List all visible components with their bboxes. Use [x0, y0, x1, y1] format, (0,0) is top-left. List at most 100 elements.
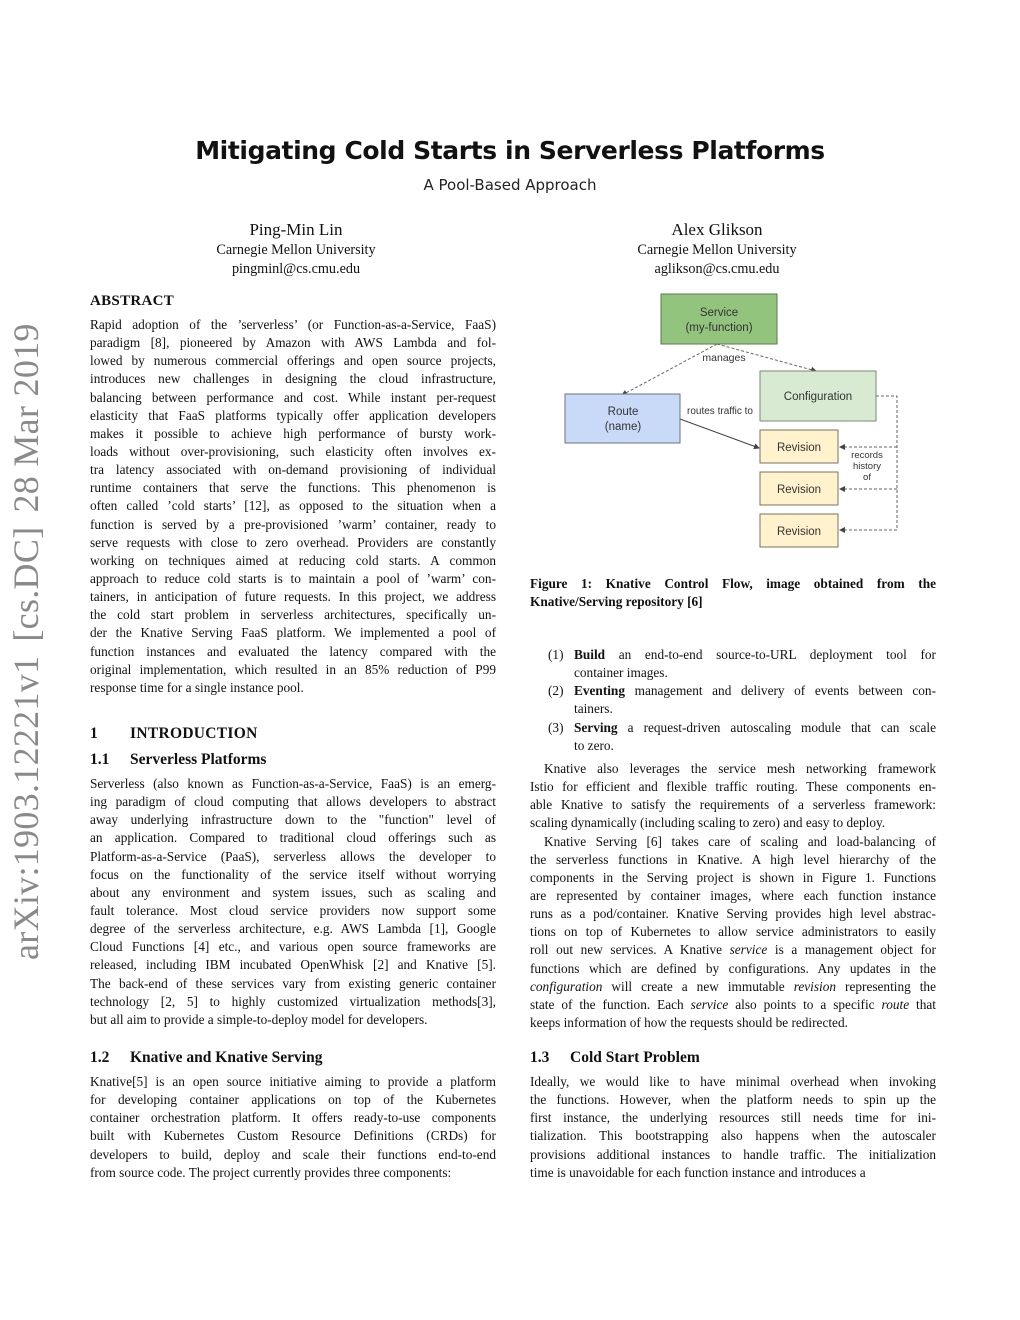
subsection-heading-serverless-platforms: 1.1 Serverless Platforms [90, 751, 266, 769]
paper-title: Mitigating Cold Starts in Serverless Pla… [195, 136, 825, 165]
text-line: scaling dynamically (including scaling t… [530, 815, 886, 831]
component-term: Build [574, 647, 606, 662]
component-description: management and delivery of events betwee… [634, 683, 936, 699]
node-revision-label: Revision [777, 484, 821, 496]
text-line: makes it possible to achieve high perfor… [90, 425, 496, 441]
component-description: a request-driven autoscaling module that… [627, 719, 936, 735]
text-segment: functions which are defined by configura… [530, 960, 936, 976]
text-segment: runs as a pod/container. Knative Serving… [530, 906, 936, 922]
section-title: Serverless Platforms [130, 751, 267, 768]
text-segment: roll out new services. A Knative [530, 942, 730, 958]
section-title: INTRODUCTION [130, 725, 258, 742]
serverless-platforms-body: Serverless (also known as Function-as-a-… [90, 775, 496, 1029]
cold-start-body: Ideally, we would like to have minimal o… [530, 1073, 936, 1182]
text-line: first instance, the underlying resources… [530, 1110, 936, 1126]
list-number: (3) [548, 719, 564, 735]
node-route: Route (name) [564, 393, 681, 444]
text-line: container orchestration platform. It off… [90, 1110, 496, 1126]
section-number: 1 [90, 725, 99, 742]
text-segment: are represented by container images, whe… [530, 887, 936, 903]
emphasis-term: service [729, 942, 768, 958]
text-segment: components in the Serving project is sho… [530, 869, 936, 885]
section-number: 1.3 [530, 1049, 550, 1066]
text-segment: that [909, 996, 936, 1012]
edge-route-to-revision [679, 418, 760, 450]
text-line: are represented by container images, whe… [530, 887, 936, 905]
text-line: keeps information of how the requests sh… [530, 1014, 936, 1032]
knative-body: Knative[5] is an open source initiative … [90, 1073, 496, 1182]
text-line: introduces new challenges in designing t… [90, 371, 496, 387]
text-segment: is a management object for [767, 942, 936, 958]
text-line: lowed by numerous commercial offerings a… [90, 353, 496, 369]
text-line: tions on top of Kubernetes to allow serv… [530, 923, 936, 941]
text-line: about any environment and system issues,… [90, 884, 496, 900]
text-line: loads without over-provisioning, such el… [90, 443, 496, 459]
text-line: but all aim to provide a simple-to-deplo… [90, 1011, 428, 1027]
text-line: approach to reduce cold starts is to mai… [90, 570, 496, 586]
text-line: runs as a pod/container. Knative Serving… [530, 905, 936, 923]
text-line: functions which are defined by configura… [530, 960, 936, 978]
text-line: focus on the functionality of the servic… [90, 866, 496, 882]
list-number: (1) [548, 647, 564, 662]
node-revision: Revision [759, 429, 839, 464]
emphasis-term: route [881, 996, 910, 1012]
node-service-label: Service [700, 307, 738, 319]
node-service-sublabel: (my-function) [685, 322, 752, 334]
text-line: built with Kubernetes Custom Resource De… [90, 1128, 496, 1144]
text-line: Knative[5] is an open source initiative … [90, 1074, 496, 1089]
text-line: elasticity that FaaS platforms typically… [90, 407, 496, 423]
text-line: Eventing management and delivery of even… [574, 682, 936, 700]
text-segment: the serverless functions in Knative. A h… [530, 851, 936, 867]
text-line: technology [2, 5] to highly customized v… [90, 993, 496, 1009]
edge-label-routes-traffic: routes traffic to [687, 406, 753, 417]
arxiv-id: arXiv:1903.12221v1 [6, 655, 46, 960]
text-segment: state of the function. Each [530, 996, 691, 1012]
emphasis-term: service [690, 996, 729, 1012]
author-email[interactable]: pingminl@cs.cmu.edu [166, 260, 426, 279]
text-segment: tions on top of Kubernetes to allow serv… [530, 924, 936, 940]
section-title: Knative and Knative Serving [130, 1049, 323, 1066]
text-line: state of the function. Each service also… [530, 996, 936, 1014]
text-line: der the Knative Serving FaaS platform. W… [90, 625, 496, 641]
text-segment: Knative Serving [6] takes care of scalin… [544, 833, 936, 849]
text-line: tra latency associated with on-demand pr… [90, 462, 496, 478]
author-affiliation: Carnegie Mellon University [216, 242, 376, 258]
text-line: the cold start problem in serverless arc… [90, 607, 496, 623]
text-line: roll out new services. A Knative service… [530, 941, 936, 959]
abstract-heading: ABSTRACT [90, 293, 175, 309]
text-line: Cloud Functions [4] etc., and various op… [90, 939, 496, 955]
text-line: time is unavoidable for each function in… [530, 1164, 866, 1180]
text-line: balancing between performance and cost. … [90, 389, 496, 405]
text-line: Knative Serving [6] takes care of scalin… [530, 833, 936, 851]
subsection-heading-knative: 1.2 Knative and Knative Serving [90, 1049, 322, 1067]
text-line: Build an end-to-end source-to-URL deploy… [574, 646, 936, 664]
text-line: released, including IBM incubated OpenWh… [90, 957, 496, 973]
text-line: often called ’cold starts’ [12], as oppo… [90, 498, 496, 514]
text-line: fault tolerance. Most cloud service prov… [90, 902, 496, 918]
text-line: ing paradigm of cloud computing that all… [90, 794, 496, 810]
text-line: Istio for efficient and flexible traffic… [530, 779, 936, 795]
text-line: from source code. The project currently … [90, 1164, 452, 1180]
text-line: original implementation, which resulted … [90, 661, 496, 677]
text-segment: will create a new immutable [602, 978, 794, 994]
component-term: Eventing [574, 683, 625, 699]
component-list-item: (3) Serving a request-driven autoscaling … [530, 719, 936, 755]
text-line: tialization. This bootstrapping also hap… [530, 1128, 936, 1144]
text-line: configuration will create a new immutabl… [530, 978, 936, 996]
text-segment: also points to a specific [728, 996, 882, 1012]
text-segment: representing the [836, 978, 936, 994]
author-email[interactable]: aglikson@cs.cmu.edu [587, 260, 847, 279]
node-revision: Revision [759, 513, 839, 548]
text-line: away underlying infrastructure down to t… [90, 812, 496, 828]
text-segment: keeps information of how the requests sh… [530, 1014, 848, 1030]
figure-1-caption: Figure 1: Knative Control Flow, image ob… [530, 575, 936, 611]
text-line: components in the Serving project is sho… [530, 869, 936, 887]
node-revision-label: Revision [777, 526, 821, 538]
author-2: Alex Glikson Carnegie Mellon University … [587, 219, 847, 279]
edge-label-history: history [853, 461, 881, 472]
components-list: (1) Build an end-to-end source-to-URL dep… [530, 646, 936, 755]
text-line: The back-end of these services vary from… [90, 975, 496, 991]
node-service: Service (my-function) [660, 293, 778, 345]
edge-label-of: of [863, 472, 871, 483]
text-line: working on techniques aimed at reducing … [90, 552, 496, 568]
